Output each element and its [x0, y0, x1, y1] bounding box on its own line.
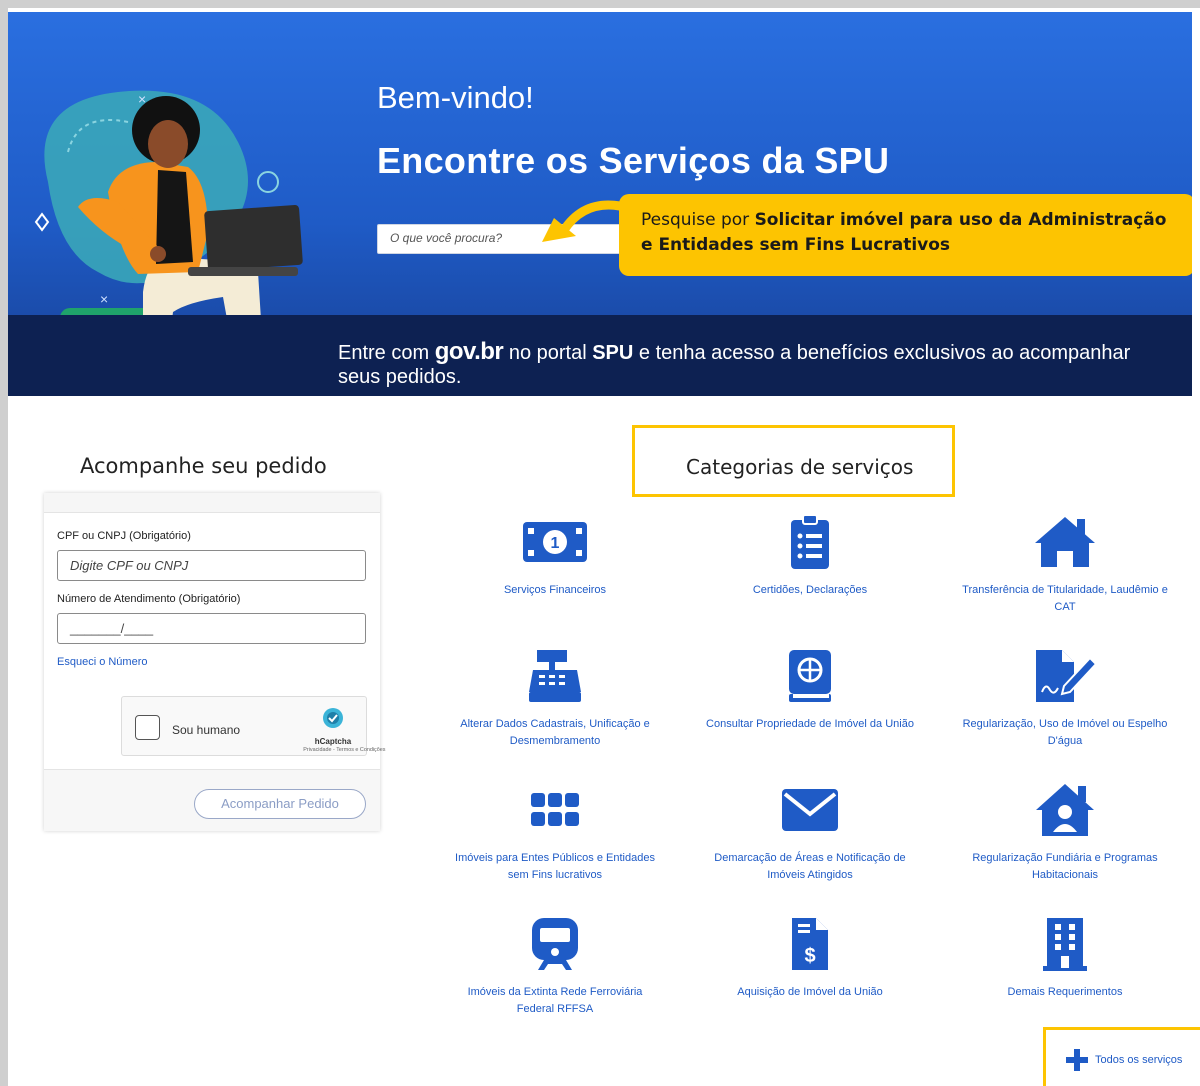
service-other-requests[interactable]: Demais Requerimentos	[960, 914, 1170, 1001]
service-demarcation[interactable]: Demarcação de Áreas e Notificação de Imó…	[705, 780, 915, 884]
service-land-regularization[interactable]: Regularização Fundiária e Programas Habi…	[960, 780, 1170, 884]
service-acquisition[interactable]: $ Aquisição de Imóvel da União	[705, 914, 915, 1001]
atlas-icon	[775, 646, 845, 706]
service-label: Imóveis da Extinta Rede Ferroviária Fede…	[467, 986, 643, 1015]
captcha-label: Sou humano	[172, 723, 241, 737]
hero-banner: × × Bem-vindo! Encontre os Serviços da S…	[8, 12, 1192, 396]
service-railway-properties[interactable]: Imóveis da Extinta Rede Ferroviária Fede…	[450, 914, 660, 1018]
categories-title: Categorias de serviços	[686, 455, 914, 479]
service-title-transfer[interactable]: Transferência de Titularidade, Laudêmio …	[960, 512, 1170, 616]
train-icon	[520, 914, 590, 974]
service-change-registration[interactable]: Alterar Dados Cadastrais, Unificação e D…	[450, 646, 660, 750]
svg-text:$: $	[804, 945, 815, 967]
hcaptcha-widget: Sou humano hCaptcha Privacidade - Termos…	[121, 696, 385, 756]
service-certificates[interactable]: Certidões, Declarações	[705, 512, 915, 599]
cpf-label: CPF ou CNPJ (Obrigatório)	[57, 530, 191, 542]
all-services-link[interactable]: Todos os serviços	[1065, 1048, 1182, 1072]
service-label: Transferência de Titularidade, Laudêmio …	[962, 584, 1168, 613]
svg-text:×: ×	[100, 291, 108, 307]
service-public-entities[interactable]: Imóveis para Entes Públicos e Entidades …	[450, 780, 660, 884]
cash-register-icon	[520, 646, 590, 706]
hcaptcha-branding: hCaptcha Privacidade - Termos e Condiçõe…	[300, 706, 385, 753]
captcha-links[interactable]: Privacidade - Termos e Condições	[303, 747, 385, 752]
building-icon	[1030, 914, 1100, 974]
cpf-input[interactable]: Digite CPF ou CNPJ	[57, 550, 366, 581]
band-prefix: Entre com	[338, 342, 435, 364]
tracking-form: CPF ou CNPJ (Obrigatório) Digite CPF ou …	[44, 493, 385, 831]
service-label: Imóveis para Entes Públicos e Entidades …	[455, 852, 655, 881]
service-label: Demarcação de Áreas e Notificação de Imó…	[714, 852, 906, 881]
service-consult-property[interactable]: Consultar Propriedade de Imóvel da União	[705, 646, 915, 733]
service-regularization[interactable]: Regularização, Uso de Imóvel ou Espelho …	[960, 646, 1170, 750]
house-icon	[1030, 512, 1100, 572]
file-signature-icon	[1030, 646, 1100, 706]
track-order-button[interactable]: Acompanhar Pedido	[194, 789, 366, 819]
grid-icon	[520, 780, 590, 840]
form-header	[44, 493, 380, 513]
welcome-heading: Bem-vindo!	[377, 80, 534, 115]
spu-text: SPU	[592, 342, 634, 364]
service-label: Aquisição de Imóvel da União	[737, 986, 883, 998]
number-input[interactable]: _______/____	[57, 613, 366, 644]
clipboard-list-icon	[775, 512, 845, 572]
captcha-checkbox[interactable]	[135, 715, 160, 740]
service-label: Alterar Dados Cadastrais, Unificação e D…	[460, 718, 650, 747]
svg-text:1: 1	[551, 535, 560, 552]
number-label: Número de Atendimento (Obrigatório)	[57, 593, 241, 605]
plus-icon	[1066, 1049, 1088, 1071]
service-label: Certidões, Declarações	[752, 584, 868, 596]
curved-arrow-icon	[542, 200, 624, 242]
search-hint-callout: Pesquise por Solicitar imóvel para uso d…	[619, 194, 1192, 276]
hero-title: Encontre os Serviços da SPU	[377, 140, 890, 181]
service-financial[interactable]: 1 Serviços Financeiros	[450, 512, 660, 599]
callout-prefix: Pesquise por	[641, 210, 755, 230]
money-icon: 1	[520, 512, 590, 572]
band-middle: no portal	[503, 342, 593, 364]
form-footer: Acompanhar Pedido	[44, 769, 380, 831]
service-label: Serviços Financeiros	[503, 584, 607, 596]
forgot-number-link[interactable]: Esqueci o Número	[57, 656, 148, 668]
tracking-title: Acompanhe seu pedido	[80, 454, 327, 478]
service-label: Regularização, Uso de Imóvel ou Espelho …	[962, 718, 1168, 747]
govbr-logo-text[interactable]: gov.br	[435, 338, 504, 365]
hcaptcha-logo-icon	[323, 708, 343, 728]
all-services-label: Todos os serviços	[1095, 1054, 1183, 1066]
service-label: Regularização Fundiária e Programas Habi…	[972, 852, 1158, 881]
captcha-brand: hCaptcha	[314, 737, 352, 746]
service-label: Demais Requerimentos	[1007, 986, 1123, 998]
file-invoice-dollar-icon: $	[775, 914, 845, 974]
envelope-icon	[775, 780, 845, 840]
govbr-login-message: Entre com gov.br no portal SPU e tenha a…	[338, 340, 1168, 389]
service-label: Consultar Propriedade de Imóvel da União	[706, 718, 914, 730]
house-user-icon	[1030, 780, 1100, 840]
